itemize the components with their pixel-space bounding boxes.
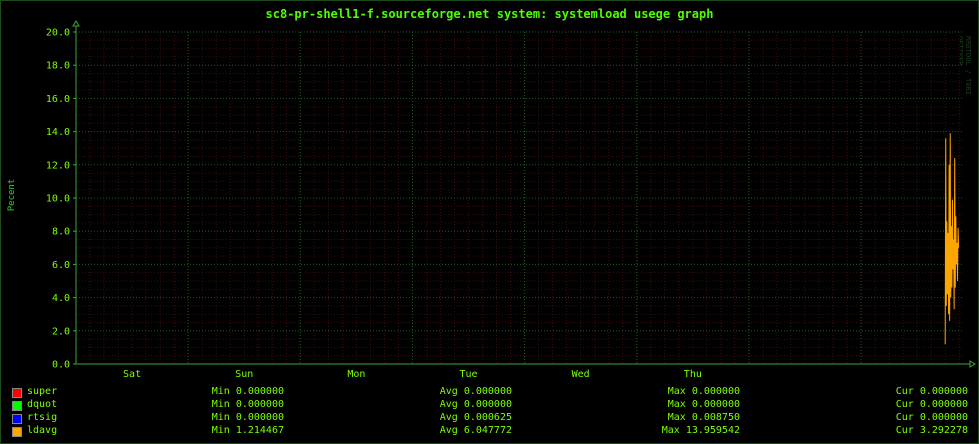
- legend-max: Max 0.008750: [667, 412, 740, 423]
- legend-min: Min 1.214467: [211, 425, 284, 436]
- systemload-chart: 0.0 2.0 4.0 6.0 8.0 10.0 12.0 14.0 16.0 18.0 20.0 S…: [46, 20, 976, 380]
- y-tick-label: 10.0: [46, 194, 70, 205]
- legend-row-ldavg: ldavg Min 1.214467 Avg 6.047772 Max 13.9…: [0, 425, 979, 438]
- y-tick-label: 16.0: [46, 94, 70, 105]
- legend-min-value: 0.000000: [235, 399, 284, 410]
- y-tick-label: 18.0: [46, 61, 70, 72]
- legend-avg: Avg 0.000000: [439, 386, 512, 397]
- legend-swatch-ldavg: [12, 427, 22, 437]
- legend-min-value: 0.000000: [235, 386, 284, 397]
- x-axis-arrow: [969, 360, 976, 368]
- legend-max: Max 13.959542: [661, 425, 740, 436]
- legend-max-value: 0.000000: [691, 399, 740, 410]
- x-tick-label: Sun: [235, 369, 253, 380]
- y-tick-label: 6.0: [52, 260, 70, 271]
- legend-avg-value: 6.047772: [463, 425, 512, 436]
- y-tick-label: 0.0: [52, 360, 70, 371]
- legend-max: Max 0.000000: [667, 386, 740, 397]
- legend-row-super: super Min 0.000000 Avg 0.000000 Max 0.00…: [0, 386, 979, 399]
- x-tick-label: Thu: [684, 369, 702, 380]
- legend-cur: Cur 0.000000: [895, 412, 968, 423]
- legend-name: super: [27, 386, 58, 397]
- x-tick-label: Sat: [123, 369, 141, 380]
- legend-min: Min 0.000000: [211, 412, 284, 423]
- legend-name: rtsig: [27, 412, 58, 423]
- legend-avg-value: 0.000000: [463, 386, 512, 397]
- legend-avg: Avg 0.000625: [439, 412, 512, 423]
- legend-min: Min 0.000000: [211, 386, 284, 397]
- y-tick-label: 14.0: [46, 127, 70, 138]
- y-axis-arrow: [72, 20, 80, 27]
- legend-avg-value: 0.000000: [463, 399, 512, 410]
- legend-cur-value: 3.292278: [919, 425, 968, 436]
- legend-max-value: 0.000000: [691, 386, 740, 397]
- legend-swatch-rtsig: [12, 414, 22, 424]
- y-tick-label: 2.0: [52, 326, 70, 337]
- legend-cur: Cur 0.000000: [895, 399, 968, 410]
- legend-min-value: 0.000000: [235, 412, 284, 423]
- series-line-ldavg: [944, 133, 960, 345]
- legend-swatch-super: [12, 388, 22, 398]
- legend-row-rtsig: rtsig Min 0.000000 Avg 0.000625 Max 0.00…: [0, 412, 979, 425]
- legend-avg: Avg 0.000000: [439, 399, 512, 410]
- legend-name: ldavg: [27, 425, 58, 436]
- legend-min-value: 1.214467: [235, 425, 284, 436]
- legend-cur-value: 0.000000: [919, 386, 968, 397]
- legend-avg: Avg 6.047772: [439, 425, 512, 436]
- legend-name: dquot: [27, 399, 58, 410]
- y-tick-label: 12.0: [46, 160, 70, 171]
- legend-swatch-dquot: [12, 401, 22, 411]
- legend-row-dquot: dquot Min 0.000000 Avg 0.000000 Max 0.00…: [0, 399, 979, 412]
- x-tick-label: Mon: [347, 369, 365, 380]
- y-tick-label: 20.0: [46, 28, 70, 39]
- legend-max: Max 0.000000: [667, 399, 740, 410]
- x-tick-label: Wed: [572, 369, 590, 380]
- x-tick-label: Tue: [460, 369, 478, 380]
- legend-cur-value: 0.000000: [919, 412, 968, 423]
- legend-max-value: 13.959542: [685, 425, 740, 436]
- legend-cur: Cur 0.000000: [895, 386, 968, 397]
- legend-cur-value: 0.000000: [919, 399, 968, 410]
- y-tick-label: 8.0: [52, 227, 70, 238]
- legend-cur: Cur 3.292278: [895, 425, 968, 436]
- y-tick-label: 4.0: [52, 293, 70, 304]
- legend-max-value: 0.008750: [691, 412, 740, 423]
- legend-min: Min 0.000000: [211, 399, 284, 410]
- legend-avg-value: 0.000625: [463, 412, 512, 423]
